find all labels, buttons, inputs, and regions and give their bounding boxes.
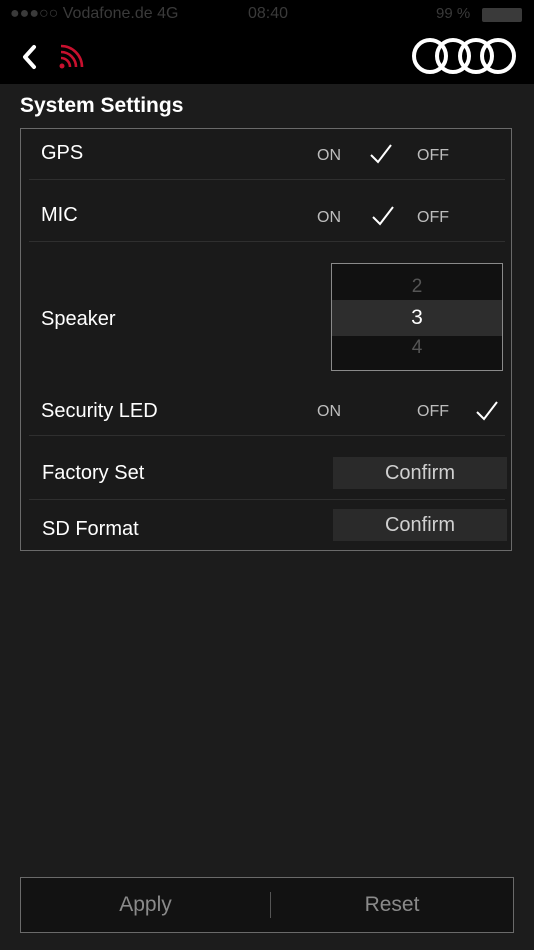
back-button[interactable]: [18, 42, 44, 72]
check-icon: [370, 144, 392, 164]
gps-row: GPS ON OFF: [29, 129, 505, 180]
security-led-label: Security LED: [41, 400, 158, 422]
security-led-on-option[interactable]: ON: [317, 403, 341, 421]
mic-on-option[interactable]: ON: [317, 209, 341, 227]
picker-option-selected[interactable]: 3: [332, 306, 502, 330]
mic-label: MIC: [41, 204, 78, 226]
mic-off-option[interactable]: OFF: [417, 209, 449, 227]
picker-option[interactable]: 4: [332, 337, 502, 359]
battery-icon: [482, 8, 522, 22]
speaker-picker[interactable]: 2 3 4: [331, 263, 503, 371]
apply-button[interactable]: Apply: [21, 878, 270, 932]
factory-set-confirm-button[interactable]: Confirm: [333, 457, 507, 489]
wifi-signal-icon: [59, 44, 84, 69]
gps-off-option[interactable]: OFF: [417, 147, 449, 165]
check-icon: [476, 401, 498, 421]
speaker-label: Speaker: [41, 308, 116, 330]
check-icon: [372, 206, 394, 226]
gps-on-option[interactable]: ON: [317, 147, 341, 165]
sd-format-confirm-button[interactable]: Confirm: [333, 509, 507, 541]
gps-label: GPS: [41, 142, 84, 164]
four-rings-logo: [412, 38, 516, 74]
security-led-row: Security LED ON OFF: [29, 381, 505, 436]
page-title: System Settings: [20, 94, 184, 117]
nav-bar: [0, 28, 534, 84]
factory-set-label: Factory Set: [42, 462, 145, 484]
status-bar: ●●●○○ Vodafone.de 4G 08:40 99 %: [0, 0, 534, 28]
chevron-left-icon: [23, 45, 36, 69]
settings-panel: GPS ON OFF MIC ON OFF Speaker 2 3 4 Secu…: [20, 128, 512, 551]
mic-row: MIC ON OFF: [29, 180, 505, 242]
reset-button[interactable]: Reset: [271, 878, 513, 932]
battery-percent: 99 %: [436, 5, 471, 22]
security-led-off-option[interactable]: OFF: [417, 403, 449, 421]
sd-format-row: SD Format Confirm: [29, 500, 507, 550]
status-time: 08:40: [248, 5, 289, 22]
bottom-action-bar: Apply Reset: [20, 877, 514, 933]
factory-set-row: Factory Set Confirm: [29, 436, 507, 500]
picker-option[interactable]: 2: [332, 276, 502, 298]
sd-format-label: SD Format: [42, 518, 139, 540]
carrier-text: ●●●○○ Vodafone.de 4G: [10, 5, 179, 22]
